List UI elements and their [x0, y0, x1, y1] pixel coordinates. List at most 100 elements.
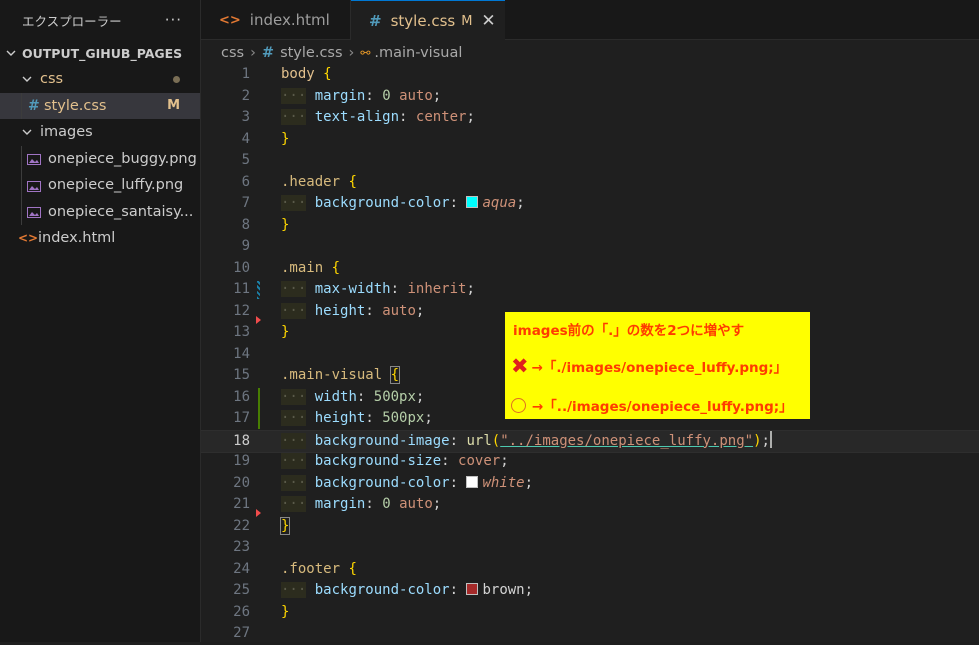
explorer-title: エクスプローラー — [22, 13, 122, 29]
file-label: index.html — [38, 230, 116, 247]
code-line[interactable]: 9 — [201, 236, 979, 258]
note-heading: images前の「.」の数を2つに増やす — [513, 323, 745, 339]
indent-guide — [21, 172, 22, 199]
line-number: 10 — [233, 259, 250, 276]
indent-guide — [21, 145, 22, 172]
code-text[interactable]: } — [281, 215, 289, 237]
color-swatch-icon[interactable] — [466, 583, 479, 595]
line-number: 5 — [241, 152, 250, 168]
explorer-sidebar: エクスプローラー ··· OUTPUT_GIHUB_PAGES css # st… — [0, 0, 201, 642]
image-file-icon — [27, 153, 41, 166]
file-index-html[interactable]: <> index.html — [0, 225, 200, 252]
code-line[interactable]: 1 body { — [201, 64, 979, 86]
tab-style-css[interactable]: # style.css M ✕ — [351, 0, 505, 41]
code-text[interactable]: ··· max-width: inherit; — [281, 279, 475, 301]
folder-css[interactable]: css — [0, 66, 200, 93]
code-line[interactable]: 23 — [201, 537, 979, 559]
code-line[interactable]: 2 ··· margin: 0 auto; — [201, 86, 979, 108]
code-line[interactable]: 11 ··· max-width: inherit; — [201, 279, 979, 301]
code-text[interactable]: } — [279, 516, 291, 538]
code-line[interactable]: 24 .footer { — [201, 559, 979, 581]
file-label: onepiece_santaisy... — [48, 203, 194, 220]
code-text[interactable]: .main { — [281, 258, 340, 280]
line-number: 24 — [233, 560, 250, 577]
tab-index-html[interactable]: <> index.html — [201, 0, 351, 40]
color-swatch-icon[interactable] — [466, 475, 479, 488]
file-onepiece-buggy[interactable]: onepiece_buggy.png — [0, 145, 200, 172]
line-number: 4 — [241, 130, 250, 147]
folder-label: images — [40, 124, 93, 141]
color-swatch-icon[interactable] — [466, 196, 479, 208]
code-text[interactable]: } — [281, 129, 289, 151]
code-text[interactable]: .footer { — [281, 559, 357, 581]
close-icon[interactable]: ✕ — [481, 11, 495, 31]
cross-mark-icon: ✖ — [511, 354, 529, 378]
code-line[interactable]: 25 ··· background-color: brown; — [201, 580, 979, 602]
code-text[interactable]: .main-visual { — [281, 365, 401, 387]
code-line[interactable]: 10 .main { — [201, 258, 979, 280]
code-line[interactable]: 22} — [201, 516, 979, 538]
file-onepiece-santaisy[interactable]: onepiece_santaisy... — [0, 198, 200, 225]
code-text[interactable]: ··· height: 500px; — [281, 408, 433, 430]
gutter-deleted-marker[interactable] — [256, 315, 261, 324]
css-file-icon: # — [28, 97, 40, 114]
more-actions-icon[interactable]: ··· — [165, 11, 182, 29]
line-number: 13 — [233, 324, 250, 340]
line-number: 19 — [233, 453, 250, 469]
code-text[interactable]: ··· width: 500px; — [281, 387, 424, 409]
code-line[interactable]: 5 — [201, 150, 979, 172]
workspace-section-header[interactable]: OUTPUT_GIHUB_PAGES — [0, 40, 200, 66]
breadcrumb-folder[interactable]: css — [221, 45, 244, 61]
explorer-header: エクスプローラー ··· — [0, 0, 200, 40]
chevron-right-icon: › — [250, 45, 256, 61]
code-text[interactable]: ··· background-size: cover; — [281, 451, 509, 473]
code-line[interactable]: 20 ··· background-color: white; — [201, 473, 979, 495]
code-line[interactable]: 6 .header { — [201, 172, 979, 194]
code-line[interactable]: 3 ··· text-align: center; — [201, 107, 979, 129]
code-line[interactable]: 27 — [201, 623, 979, 645]
code-text[interactable]: ··· background-image: url("../images/one… — [281, 430, 772, 453]
code-line[interactable]: 8} — [201, 215, 979, 237]
line-number: 3 — [241, 109, 250, 125]
code-text[interactable]: } — [281, 322, 289, 344]
editor-tab-bar: <> index.html # style.css M ✕ — [201, 0, 979, 41]
code-line[interactable]: 26} — [201, 602, 979, 624]
html-file-icon: <> — [219, 12, 241, 28]
code-line[interactable]: 18 ··· background-image: url("../images/o… — [201, 429, 979, 453]
breadcrumb: css › # style.css › ⚯ .main-visual — [201, 40, 979, 66]
workspace-name: OUTPUT_GIHUB_PAGES — [22, 45, 183, 61]
gutter-added-marker[interactable] — [258, 387, 260, 429]
breadcrumb-file[interactable]: style.css — [280, 45, 342, 61]
code-text[interactable]: ··· background-color: white; — [281, 473, 533, 495]
code-text[interactable]: .header { — [281, 172, 357, 194]
code-line[interactable]: 21 ··· margin: 0 auto; — [201, 494, 979, 516]
code-line[interactable]: 4} — [201, 129, 979, 151]
code-text[interactable]: ··· text-align: center; — [281, 107, 475, 129]
file-onepiece-luffy[interactable]: onepiece_luffy.png — [0, 172, 200, 199]
chevron-down-icon — [20, 125, 34, 139]
line-number: 23 — [233, 539, 250, 555]
file-label: style.css — [44, 97, 107, 114]
code-text[interactable]: ··· background-color: aqua; — [281, 193, 525, 215]
code-line[interactable]: 7 ··· background-color: aqua; — [201, 193, 979, 215]
line-number: 20 — [233, 474, 250, 491]
note-correct-text: →「../images/onepiece_luffy.png;」 — [532, 399, 793, 415]
code-text[interactable]: ··· margin: 0 auto; — [281, 494, 441, 516]
line-number: 11 — [233, 281, 250, 297]
breadcrumb-symbol[interactable]: .main-visual — [374, 45, 462, 61]
gutter-deleted-marker[interactable] — [256, 509, 261, 517]
code-text[interactable]: } — [281, 602, 289, 624]
code-text[interactable]: body { — [281, 64, 332, 86]
gutter-change-marker[interactable] — [257, 281, 260, 299]
folder-images[interactable]: images — [0, 119, 200, 146]
code-line[interactable]: 19 ··· background-size: cover; — [201, 451, 979, 473]
code-text[interactable]: ··· height: auto; — [281, 301, 424, 323]
file-style-css[interactable]: # style.css M — [0, 92, 200, 119]
file-label: onepiece_luffy.png — [48, 177, 184, 194]
line-number: 14 — [233, 345, 250, 362]
line-number: 1 — [241, 66, 250, 82]
line-number: 8 — [241, 216, 250, 233]
code-text[interactable]: ··· margin: 0 auto; — [281, 86, 441, 108]
code-text[interactable]: ··· background-color: brown; — [281, 580, 533, 602]
note-wrong-text: →「./images/onepiece_luffy.png;」 — [531, 360, 788, 376]
